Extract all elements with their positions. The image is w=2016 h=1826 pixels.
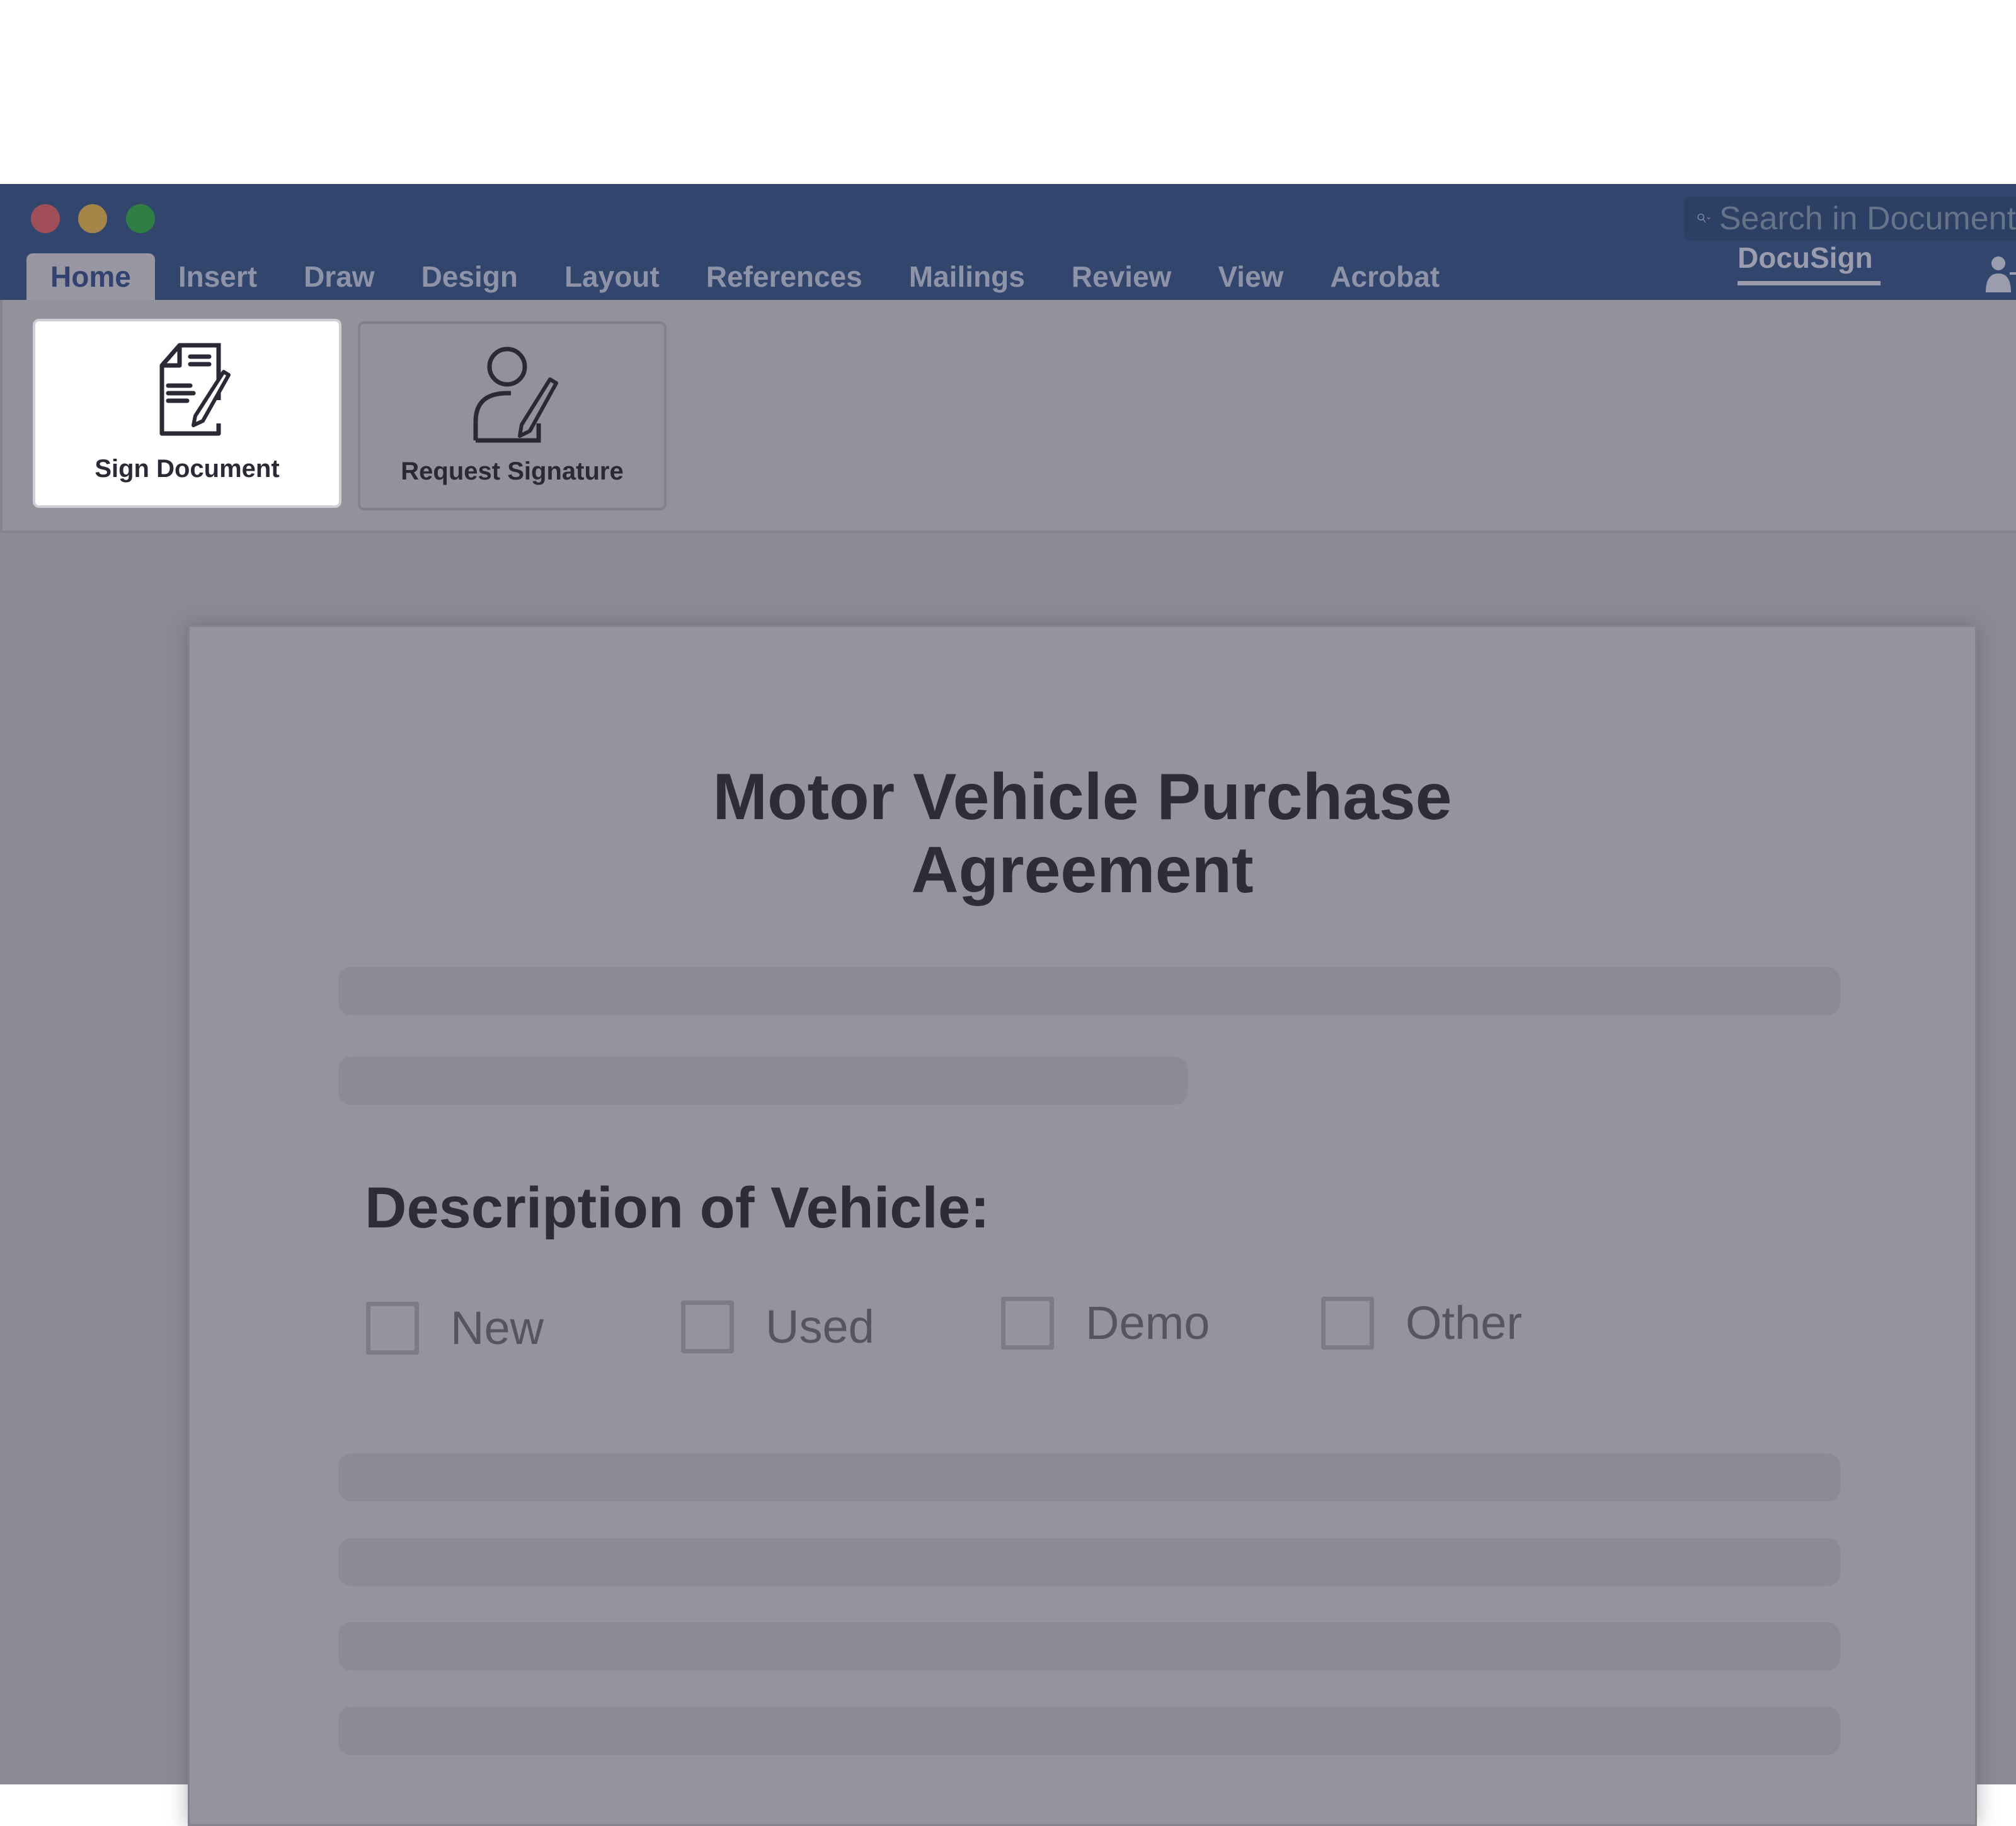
maximize-window-button[interactable] <box>126 204 155 233</box>
docusign-ribbon: Sign Document Request Signature <box>0 300 2016 533</box>
document-title: Motor Vehicle Purchase Agreement <box>190 761 1975 907</box>
text-placeholder-line <box>338 1622 1840 1670</box>
tab-docusign[interactable]: DocuSign <box>1738 241 1873 275</box>
tab-review[interactable]: Review <box>1048 253 1195 300</box>
checkbox-new[interactable] <box>366 1301 419 1355</box>
document-title-line-2: Agreement <box>911 834 1254 907</box>
option-other-label: Other <box>1406 1297 1523 1349</box>
person-pen-icon <box>473 347 558 443</box>
option-new[interactable]: New <box>366 1301 544 1355</box>
text-placeholder-line <box>338 1057 1188 1105</box>
text-placeholder-line <box>338 1454 1840 1502</box>
document-canvas: Motor Vehicle Purchase Agreement Descrip… <box>0 533 2016 1826</box>
person-add-icon[interactable] <box>1984 255 2016 292</box>
sign-document-button[interactable]: Sign Document <box>33 319 341 508</box>
text-placeholder-line <box>338 1707 1840 1755</box>
tab-view[interactable]: View <box>1194 253 1307 300</box>
checkbox-other[interactable] <box>1321 1296 1374 1350</box>
option-other[interactable]: Other <box>1321 1296 1522 1350</box>
checkbox-demo[interactable] <box>1001 1296 1054 1350</box>
minimize-window-button[interactable] <box>78 204 107 233</box>
request-signature-button[interactable]: Request Signature <box>358 321 667 510</box>
option-new-label: New <box>450 1302 544 1354</box>
tab-acrobat[interactable]: Acrobat <box>1307 253 1463 300</box>
tab-mailings[interactable]: Mailings <box>886 253 1048 300</box>
docusign-tab-underline <box>1738 281 1881 285</box>
tab-home[interactable]: Home <box>26 253 155 300</box>
tab-draw[interactable]: Draw <box>280 253 398 300</box>
document-title-line-1: Motor Vehicle Purchase <box>713 761 1452 834</box>
option-used-label: Used <box>765 1301 874 1353</box>
request-signature-label: Request Signature <box>401 457 624 485</box>
document-page: Motor Vehicle Purchase Agreement Descrip… <box>188 625 1977 1826</box>
close-window-button[interactable] <box>31 204 60 233</box>
search-input[interactable]: Search in Document <box>1684 197 2016 241</box>
title-bar: Search in Document Home Insert Draw Desi… <box>0 184 2016 300</box>
menu-tabs: Home Insert Draw Design Layout Reference… <box>26 253 1463 300</box>
option-demo-label: Demo <box>1085 1297 1210 1349</box>
text-placeholder-line <box>338 1538 1840 1586</box>
tab-design[interactable]: Design <box>398 253 541 300</box>
tab-references[interactable]: References <box>683 253 886 300</box>
section-heading: Description of Vehicle: <box>365 1176 990 1240</box>
top-blank-area <box>0 0 2016 184</box>
sign-document-label: Sign Document <box>94 455 280 483</box>
tab-layout[interactable]: Layout <box>541 253 683 300</box>
word-window: Search in Document Home Insert Draw Desi… <box>0 184 2016 1826</box>
document-pen-icon <box>159 343 231 436</box>
search-icon <box>1697 214 1710 223</box>
search-placeholder: Search in Document <box>1719 200 2016 237</box>
checkbox-used[interactable] <box>681 1300 734 1353</box>
option-used[interactable]: Used <box>681 1300 874 1353</box>
text-placeholder-line <box>338 967 1840 1015</box>
option-demo[interactable]: Demo <box>1001 1296 1210 1350</box>
tab-insert[interactable]: Insert <box>155 253 280 300</box>
